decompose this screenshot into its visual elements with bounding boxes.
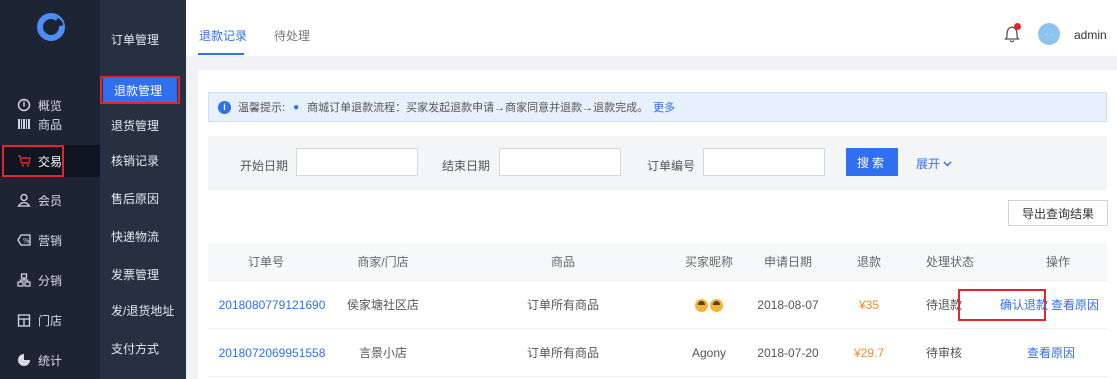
- start-date-label: 开始日期: [240, 159, 289, 173]
- content-panel: i 温馨提示: ● 商城订单退款流程：买家发起退款申请→商家同意并退款→退款完成…: [198, 70, 1117, 379]
- order-number-link[interactable]: 2018080779121690: [214, 281, 330, 329]
- nav-item-stats[interactable]: 统计: [0, 344, 100, 376]
- table-row: 2018072069951558 言景小店 订单所有商品 Agony 2018-…: [208, 329, 1107, 377]
- table-row: 2018080779121690 侯家塘社区店 订单所有商品 2018-08-0…: [208, 281, 1107, 329]
- order-number-link[interactable]: 2018072069951558: [214, 329, 330, 377]
- bell-icon[interactable]: [1004, 23, 1021, 43]
- notification-dot: [1014, 23, 1021, 30]
- refund-amount-cell: ¥35: [858, 298, 880, 312]
- chevron-down-icon: [943, 160, 952, 167]
- view-reason-link[interactable]: 查看原因: [1027, 329, 1075, 377]
- bullet-icon: ●: [293, 101, 300, 113]
- barcode-icon: [16, 116, 32, 132]
- search-button[interactable]: 搜索: [846, 148, 898, 176]
- top-bar: 退款记录 待处理 · · admin: [186, 0, 1117, 56]
- confirm-refund-link[interactable]: 确认退款: [1000, 281, 1048, 329]
- goods-cell: 订单所有商品: [526, 298, 599, 312]
- network-icon: [16, 272, 32, 288]
- column-header: 商品: [550, 255, 575, 269]
- order-no-label: 订单编号: [647, 159, 696, 173]
- expand-label: 展开: [916, 157, 941, 171]
- sub-item-payment-methods[interactable]: 支付方式: [100, 335, 186, 361]
- store-cell: 侯家塘社区店: [346, 298, 419, 312]
- nav-label: 门店: [38, 313, 63, 328]
- pie-icon: [16, 352, 32, 368]
- sub-item-after-sale-reasons[interactable]: 售后原因: [100, 185, 186, 211]
- view-reason-link[interactable]: 查看原因: [1051, 281, 1099, 329]
- column-header: 退款: [856, 255, 881, 269]
- sub-item-addresses[interactable]: 发/退货地址: [100, 297, 186, 323]
- end-date-label: 结束日期: [442, 159, 491, 173]
- refund-amount-cell: ¥29.7: [853, 346, 885, 360]
- sub-nav: 订单管理 退款管理 退货管理 核销记录 售后原因 快递物流 发票管理 发/退货地…: [100, 0, 186, 379]
- main-nav: 概览 商品 交易 会员 % 营销 分销 门店 统计: [0, 0, 100, 379]
- order-no-input[interactable]: [703, 148, 825, 176]
- user-icon: [16, 192, 32, 208]
- active-tab-indicator: [198, 53, 244, 55]
- svg-text:%: %: [23, 237, 30, 245]
- store-cell: 言景小店: [358, 346, 407, 360]
- highlight-box: [100, 76, 180, 104]
- status-cell: 待退款: [925, 298, 962, 312]
- goods-cell: 订单所有商品: [526, 346, 599, 360]
- nav-item-store[interactable]: 门店: [0, 304, 100, 336]
- nav-label: 统计: [38, 353, 63, 368]
- sub-item-invoices[interactable]: 发票管理: [100, 261, 186, 287]
- column-header: 申请日期: [763, 255, 812, 269]
- notice-bar: i 温馨提示: ● 商城订单退款流程：买家发起退款申请→商家同意并退款→退款完成…: [208, 92, 1107, 122]
- notice-more-link[interactable]: 更多: [653, 99, 675, 115]
- info-icon: i: [218, 100, 231, 114]
- highlight-box: [2, 145, 64, 177]
- refund-table: 订单号 商家/门店 商品 买家昵称 申请日期 退款 处理状态 操作 201808…: [208, 243, 1107, 377]
- column-header: 操作: [1045, 255, 1070, 269]
- sub-item-logistics[interactable]: 快递物流: [100, 223, 186, 249]
- start-date-input[interactable]: [296, 148, 418, 176]
- nav-item-member[interactable]: 会员: [0, 184, 100, 216]
- avatar[interactable]: · ·: [1038, 23, 1060, 45]
- sub-item-orders[interactable]: 订单管理: [100, 26, 186, 52]
- export-results-button[interactable]: 导出查询结果: [1008, 200, 1108, 226]
- tab-pending[interactable]: 待处理: [274, 27, 310, 44]
- notice-text: 商城订单退款流程：买家发起退款申请→商家同意并退款→退款完成。: [307, 102, 649, 114]
- column-header: 商家/门店: [357, 255, 409, 269]
- apply-date-cell: 2018-08-07: [757, 298, 819, 312]
- nav-label: 商品: [38, 117, 63, 132]
- buyer-nickname-cell: [674, 281, 744, 329]
- nav-item-distribution[interactable]: 分销: [0, 264, 100, 296]
- emoji-face-icon: [695, 298, 708, 312]
- nav-item-marketing[interactable]: % 营销: [0, 224, 100, 256]
- username[interactable]: admin: [1074, 28, 1107, 42]
- column-header: 处理状态: [925, 255, 974, 269]
- store-icon: [16, 312, 32, 328]
- status-cell: 待审核: [925, 346, 962, 360]
- filter-bar: 开始日期 结束日期 订单编号 搜索 展开: [208, 136, 1107, 190]
- end-date-input[interactable]: [499, 148, 621, 176]
- notice-title: 温馨提示:: [238, 102, 286, 114]
- apply-date-cell: 2018-07-20: [757, 346, 819, 360]
- expand-filters-link[interactable]: 展开: [916, 155, 952, 172]
- logo-c-icon[interactable]: [36, 12, 66, 42]
- emoji-face-icon: [710, 298, 723, 312]
- sub-item-verification[interactable]: 核销记录: [100, 147, 186, 173]
- column-header: 买家昵称: [684, 255, 733, 269]
- nav-item-trade[interactable]: 交易: [0, 145, 100, 177]
- table-header-row: 订单号 商家/门店 商品 买家昵称 申请日期 退款 处理状态 操作: [208, 243, 1107, 281]
- nav-item-goods[interactable]: 商品: [0, 108, 100, 140]
- tab-refund-records[interactable]: 退款记录: [199, 27, 247, 44]
- column-header: 订单号: [247, 255, 284, 269]
- nav-label: 分销: [38, 273, 63, 288]
- coupon-icon: %: [16, 232, 32, 248]
- buyer-nickname-cell: Agony: [691, 346, 727, 360]
- nav-label: 会员: [38, 193, 63, 208]
- sub-item-returns[interactable]: 退货管理: [100, 112, 186, 138]
- nav-label: 营销: [38, 233, 63, 248]
- sub-item-refunds[interactable]: 退款管理: [100, 76, 180, 104]
